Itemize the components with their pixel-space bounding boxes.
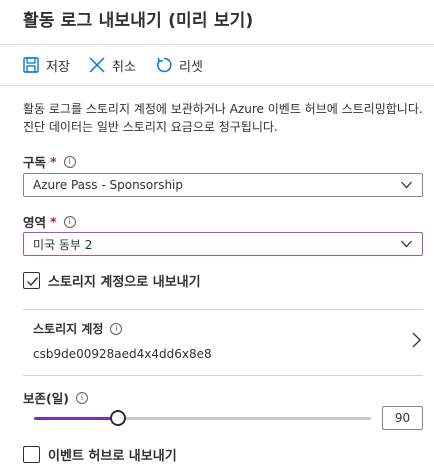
command-bar: 저장 취소 리셋 (0, 44, 434, 86)
storage-account-label-text: 스토리지 계정 (33, 322, 104, 336)
storage-account-value: csb9de00928aed4x4dd6x8e8 (33, 347, 212, 361)
retention-slider[interactable] (34, 410, 371, 426)
subscription-label: 구독 * i (23, 152, 76, 171)
retention-label: 보존(일) i (23, 388, 88, 407)
region-dropdown[interactable]: 미국 동부 2 (23, 232, 423, 256)
chevron-right-icon (412, 332, 421, 348)
save-button[interactable]: 저장 (22, 53, 70, 77)
retention-slider-fill (34, 417, 119, 420)
save-icon (23, 57, 39, 73)
subscription-dropdown[interactable]: Azure Pass - Sponsorship (23, 173, 423, 197)
export-eventhub-checkbox-box[interactable] (23, 445, 40, 463)
retention-label-text: 보존(일) (23, 391, 69, 406)
region-value: 미국 동부 2 (33, 237, 93, 252)
info-icon[interactable]: i (75, 391, 88, 404)
checkmark-icon (27, 276, 39, 286)
subscription-value: Azure Pass - Sponsorship (33, 178, 184, 192)
info-icon[interactable]: i (63, 155, 76, 168)
export-eventhub-label: 이벤트 허브로 내보내기 (48, 448, 177, 464)
close-icon (89, 57, 105, 73)
save-button-label: 저장 (46, 59, 70, 75)
required-marker: * (50, 154, 57, 169)
export-storage-checkbox-box[interactable] (23, 271, 40, 289)
reset-button[interactable]: 리셋 (155, 53, 203, 77)
description-text: 활동 로그를 스토리지 계정에 보관하거나 Azure 이벤트 허브에 스트리밍… (23, 102, 423, 134)
export-storage-label: 스토리지 계정으로 내보내기 (48, 274, 201, 290)
chevron-down-icon (401, 240, 412, 248)
chevron-down-icon (401, 181, 412, 189)
export-storage-checkbox[interactable]: 스토리지 계정으로 내보내기 (23, 270, 201, 290)
cancel-button-label: 취소 (112, 59, 136, 75)
reset-button-label: 리셋 (179, 59, 203, 75)
required-marker: * (50, 214, 57, 229)
retention-days-input[interactable]: 90 (382, 406, 423, 430)
cancel-button[interactable]: 취소 (88, 53, 136, 77)
storage-account-selector[interactable]: 스토리지 계정 i csb9de00928aed4x4dd6x8e8 (23, 309, 423, 376)
retention-slider-thumb[interactable] (110, 410, 127, 426)
page-title: 활동 로그 내보내기 (미리 보기) (23, 11, 254, 31)
region-label: 영역 * i (23, 212, 76, 231)
export-eventhub-checkbox[interactable]: 이벤트 허브로 내보내기 (23, 444, 177, 464)
info-icon[interactable]: i (110, 322, 123, 335)
region-label-text: 영역 (23, 215, 47, 230)
subscription-label-text: 구독 (23, 155, 47, 170)
reset-icon (157, 57, 172, 73)
info-icon[interactable]: i (63, 215, 76, 228)
storage-account-label: 스토리지 계정 i (33, 320, 123, 337)
